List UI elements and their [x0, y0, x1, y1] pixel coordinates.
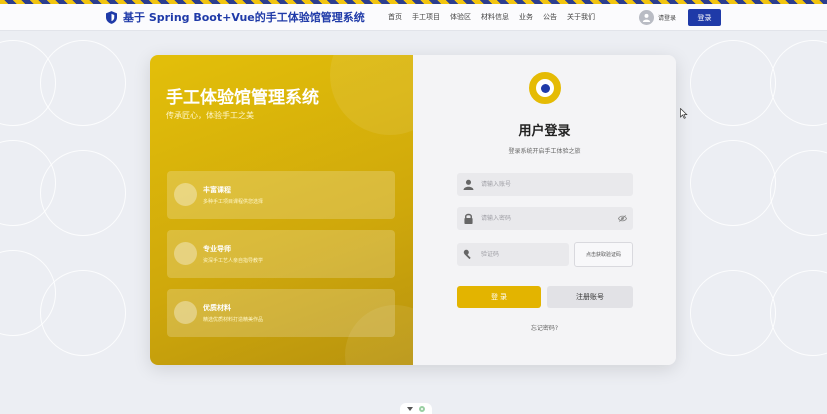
nav-business[interactable]: 业务 [519, 12, 533, 22]
register-button[interactable]: 注册账号 [547, 286, 633, 308]
logo-dot [540, 83, 550, 93]
lock-icon [464, 213, 473, 224]
key-icon [463, 249, 471, 260]
feature-icon [174, 242, 197, 265]
mouse-cursor-icon [680, 108, 688, 119]
avatar [639, 10, 654, 25]
feature-card: 优质材料 精选优质材料打造精美作品 [167, 289, 395, 337]
main-nav: 首页 手工项目 体验区 材料信息 业务 公告 关于我们 [388, 12, 595, 22]
feature-desc: 多种手工项目课程供您选择 [203, 199, 264, 205]
feature-icon [174, 301, 197, 324]
get-captcha-button[interactable]: 点击获取验证码 [574, 242, 633, 267]
nav-experience[interactable]: 体验区 [450, 12, 471, 22]
password-field [457, 207, 633, 230]
feature-title: 优质材料 [203, 304, 231, 312]
brand[interactable]: 基于 Spring Boot+Vue的手工体验馆管理系统 [106, 9, 365, 25]
intro-title: 手工体验馆管理系统 [166, 88, 319, 108]
user-label: 请登录 [658, 15, 677, 22]
header-login-button[interactable]: 登录 [688, 9, 721, 26]
login-subtitle: 登录系统开启手工体验之旅 [508, 148, 581, 155]
feature-card: 专业导师 资深手工艺人亲自指导教学 [167, 230, 395, 278]
user-area[interactable]: 请登录 [639, 10, 676, 25]
settings-icon [419, 406, 425, 412]
nav-announcements[interactable]: 公告 [543, 12, 557, 22]
eye-icon[interactable] [618, 214, 627, 223]
decor-circle [330, 55, 413, 135]
forgot-password-link[interactable]: 忘记密码? [413, 323, 676, 332]
password-input[interactable] [481, 207, 611, 230]
captcha-field [457, 243, 569, 266]
username-input[interactable] [481, 173, 611, 196]
feature-title: 丰富课程 [203, 186, 231, 194]
user-icon [642, 13, 651, 22]
feature-icon [174, 183, 197, 206]
nav-about[interactable]: 关于我们 [567, 12, 595, 22]
dropdown-arrow-icon [407, 407, 413, 411]
login-title: 用户登录 [518, 124, 571, 139]
username-field [457, 173, 633, 196]
intro-panel: 手工体验馆管理系统 传承匠心，体验手工之美 丰富课程 多种手工项目课程供您选择 … [150, 55, 413, 365]
feature-card: 丰富课程 多种手工项目课程供您选择 [167, 171, 395, 219]
login-card: 手工体验馆管理系统 传承匠心，体验手工之美 丰富课程 多种手工项目课程供您选择 … [150, 55, 676, 365]
feature-desc: 资深手工艺人亲自指导教学 [203, 258, 264, 264]
top-navbar: 基于 Spring Boot+Vue的手工体验馆管理系统 首页 手工项目 体验区… [0, 4, 827, 31]
logo-icon [529, 72, 561, 104]
nav-projects[interactable]: 手工项目 [412, 12, 440, 22]
login-button[interactable]: 登 录 [457, 286, 541, 308]
captcha-input[interactable] [481, 243, 561, 266]
feature-desc: 精选优质材料打造精美作品 [203, 317, 264, 323]
intro-subtitle: 传承匠心，体验手工之美 [166, 111, 254, 120]
user-icon [463, 179, 474, 190]
shield-icon [106, 10, 117, 24]
brand-title: 基于 Spring Boot+Vue的手工体验馆管理系统 [123, 11, 365, 24]
nav-home[interactable]: 首页 [388, 12, 402, 22]
nav-materials[interactable]: 材料信息 [481, 12, 509, 22]
bottom-toolbar[interactable] [400, 403, 432, 414]
login-panel: 用户登录 登录系统开启手工体验之旅 请输入账号 验证码 点击获取验证码 登 录 … [413, 55, 676, 365]
feature-title: 专业导师 [203, 245, 231, 253]
